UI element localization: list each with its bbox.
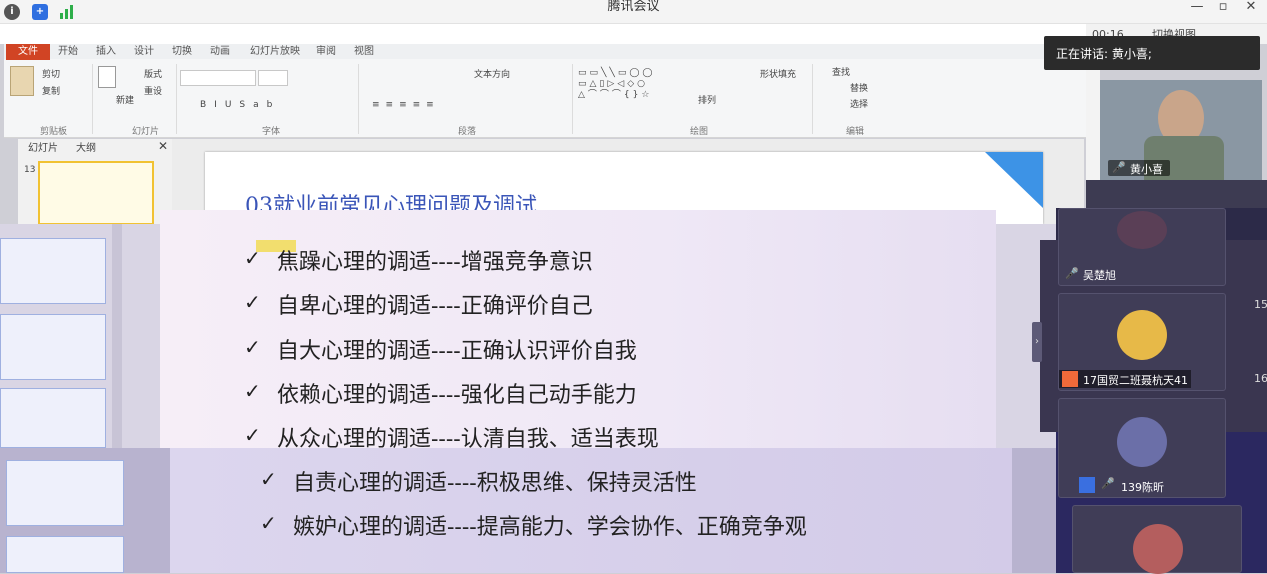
maximize-button[interactable]: ▫ bbox=[1212, 0, 1234, 22]
speaker-video[interactable]: 🎤 黄小喜 bbox=[1100, 80, 1262, 180]
shapes-gallery[interactable]: ▭▭╲╲▭◯◯ ▭△▯▷◁◇○ △⌒⌒⌒{}☆ bbox=[578, 68, 656, 101]
bullet-item: 嫉妒心理的调适----提高能力、学会协作、正确竞争观 bbox=[293, 515, 807, 540]
participant-name: 17国贸二班聂杭天41 bbox=[1083, 374, 1188, 387]
check-icon: ✓ bbox=[244, 290, 261, 314]
participant-avatar bbox=[1133, 524, 1183, 574]
check-icon: ✓ bbox=[244, 335, 261, 359]
slide-thumbnail[interactable] bbox=[6, 460, 124, 526]
file-tab[interactable]: 文件 bbox=[6, 44, 50, 60]
copy-button[interactable]: 复制 bbox=[42, 87, 60, 98]
new-slide-button[interactable]: 新建 bbox=[116, 96, 134, 107]
find-button[interactable]: 查找 bbox=[832, 68, 850, 79]
bullet-item: 自责心理的调适----积极思维、保持灵活性 bbox=[293, 471, 697, 496]
select-button[interactable]: 选择 bbox=[850, 100, 868, 111]
editing-group-label: 编辑 bbox=[846, 127, 865, 137]
speaker-nametag: 🎤 黄小喜 bbox=[1108, 160, 1170, 176]
tab-animation[interactable]: 动画 bbox=[210, 44, 230, 59]
align-buttons[interactable]: ≡≡≡≡≡ bbox=[372, 100, 440, 111]
participant-nametag: 17国贸二班聂杭天41 bbox=[1059, 370, 1191, 388]
participant-avatar bbox=[1117, 310, 1167, 360]
video-gap bbox=[1086, 180, 1267, 208]
check-icon: ✓ bbox=[244, 246, 261, 270]
participant-avatar bbox=[1117, 417, 1167, 467]
participant-tile[interactable]: 🎤 吴楚旭 bbox=[1058, 208, 1226, 286]
ribbon-tabs: 开始 插入 设计 切换 动画 幻灯片放映 审阅 视图 bbox=[4, 44, 1086, 59]
tab-insert[interactable]: 插入 bbox=[96, 44, 116, 59]
layout-button[interactable]: 版式 bbox=[144, 70, 162, 81]
slide-thumbnail[interactable] bbox=[0, 314, 106, 380]
participant-tile[interactable]: 17国贸二班聂杭天41 bbox=[1058, 293, 1226, 391]
check-icon: ✓ bbox=[260, 511, 277, 535]
replace-button[interactable]: 替换 bbox=[850, 84, 868, 95]
tab-design[interactable]: 设计 bbox=[134, 44, 154, 59]
minimize-button[interactable]: — bbox=[1186, 0, 1208, 22]
mic-icon: 🎤 bbox=[1112, 161, 1126, 174]
speaker-name: 黄小喜 bbox=[1130, 163, 1163, 176]
tab-slideshow[interactable]: 幻灯片放映 bbox=[250, 44, 300, 59]
close-pane-icon[interactable]: ✕ bbox=[158, 140, 168, 152]
arrange-button[interactable]: 排列 bbox=[698, 96, 716, 107]
participant-tile[interactable]: 🎤 139陈昕 bbox=[1058, 398, 1226, 498]
tab-review[interactable]: 审阅 bbox=[316, 44, 336, 59]
slide-thumbnail[interactable] bbox=[6, 536, 124, 573]
corner-decoration-icon bbox=[985, 152, 1043, 208]
participant-name: 吴楚旭 bbox=[1083, 269, 1116, 282]
user-icon bbox=[1079, 477, 1095, 493]
shape-fill-button[interactable]: 形状填充 bbox=[760, 70, 796, 81]
slides-group-label: 幻灯片 bbox=[132, 127, 160, 137]
title-bar: i + 腾讯会议 — ▫ ✕ bbox=[0, 0, 1267, 24]
cut-button[interactable]: 剪切 bbox=[42, 70, 60, 81]
bullet-item: 依赖心理的调适----强化自己动手能力 bbox=[277, 383, 637, 408]
drawing-group-label: 绘图 bbox=[690, 127, 709, 137]
font-size-select[interactable] bbox=[258, 70, 288, 86]
side-number: 16 bbox=[1254, 372, 1267, 385]
slide-thumbnail[interactable] bbox=[0, 388, 106, 448]
slide-number: 13 bbox=[24, 165, 36, 175]
close-button[interactable]: ✕ bbox=[1240, 0, 1262, 22]
check-icon: ✓ bbox=[244, 423, 261, 447]
clipboard-group-label: 剪贴板 bbox=[40, 127, 68, 137]
tab-outline[interactable]: 大纲 bbox=[76, 143, 96, 154]
tab-view[interactable]: 视图 bbox=[354, 44, 374, 59]
bullet-item: 自卑心理的调适----正确评价自己 bbox=[277, 294, 593, 319]
tab-home[interactable]: 开始 bbox=[58, 44, 78, 59]
text-direction-button[interactable]: 文本方向 bbox=[474, 70, 510, 81]
user-icon bbox=[1062, 371, 1078, 387]
participant-name: 139陈昕 bbox=[1121, 481, 1164, 494]
participant-tile[interactable] bbox=[1072, 505, 1242, 574]
mic-muted-icon: 🎤 bbox=[1065, 267, 1079, 280]
participant-avatar bbox=[1117, 211, 1167, 249]
tab-transition[interactable]: 切换 bbox=[172, 44, 192, 59]
new-slide-icon[interactable] bbox=[98, 66, 116, 88]
paragraph-group-label: 段落 bbox=[458, 127, 477, 137]
speaking-banner: 正在讲话: 黄小喜; bbox=[1044, 36, 1260, 70]
font-name-select[interactable] bbox=[180, 70, 256, 86]
tab-slides[interactable]: 幻灯片 bbox=[28, 143, 58, 154]
bullet-item: 自大心理的调适----正确认识评价自我 bbox=[277, 339, 637, 364]
speaking-label: 正在讲话: 黄小喜; bbox=[1056, 47, 1152, 61]
font-group-label: 字体 bbox=[262, 127, 281, 137]
window-title: 腾讯会议 bbox=[607, 0, 660, 14]
slides-pane: 幻灯片 大纲 ✕ 13 bbox=[18, 139, 172, 225]
paste-icon[interactable] bbox=[10, 66, 34, 96]
check-icon: ✓ bbox=[260, 467, 277, 491]
reset-button[interactable]: 重设 bbox=[144, 87, 162, 98]
slide-thumbnail[interactable] bbox=[0, 238, 106, 304]
pane-scrollbar[interactable] bbox=[112, 224, 122, 448]
slide-thumbnail-current[interactable] bbox=[38, 161, 154, 225]
mic-muted-icon: 🎤 bbox=[1101, 477, 1115, 490]
ppt-titlebar bbox=[0, 24, 1086, 44]
collapse-panel-icon[interactable]: › bbox=[1032, 322, 1042, 362]
font-format-buttons[interactable]: BIUSab bbox=[200, 100, 280, 111]
bullet-item: 从众心理的调适----认清自我、适当表现 bbox=[277, 427, 659, 452]
bullet-item: 焦躁心理的调适----增强竞争意识 bbox=[277, 250, 593, 275]
side-number: 15 bbox=[1254, 298, 1267, 311]
check-icon: ✓ bbox=[244, 379, 261, 403]
